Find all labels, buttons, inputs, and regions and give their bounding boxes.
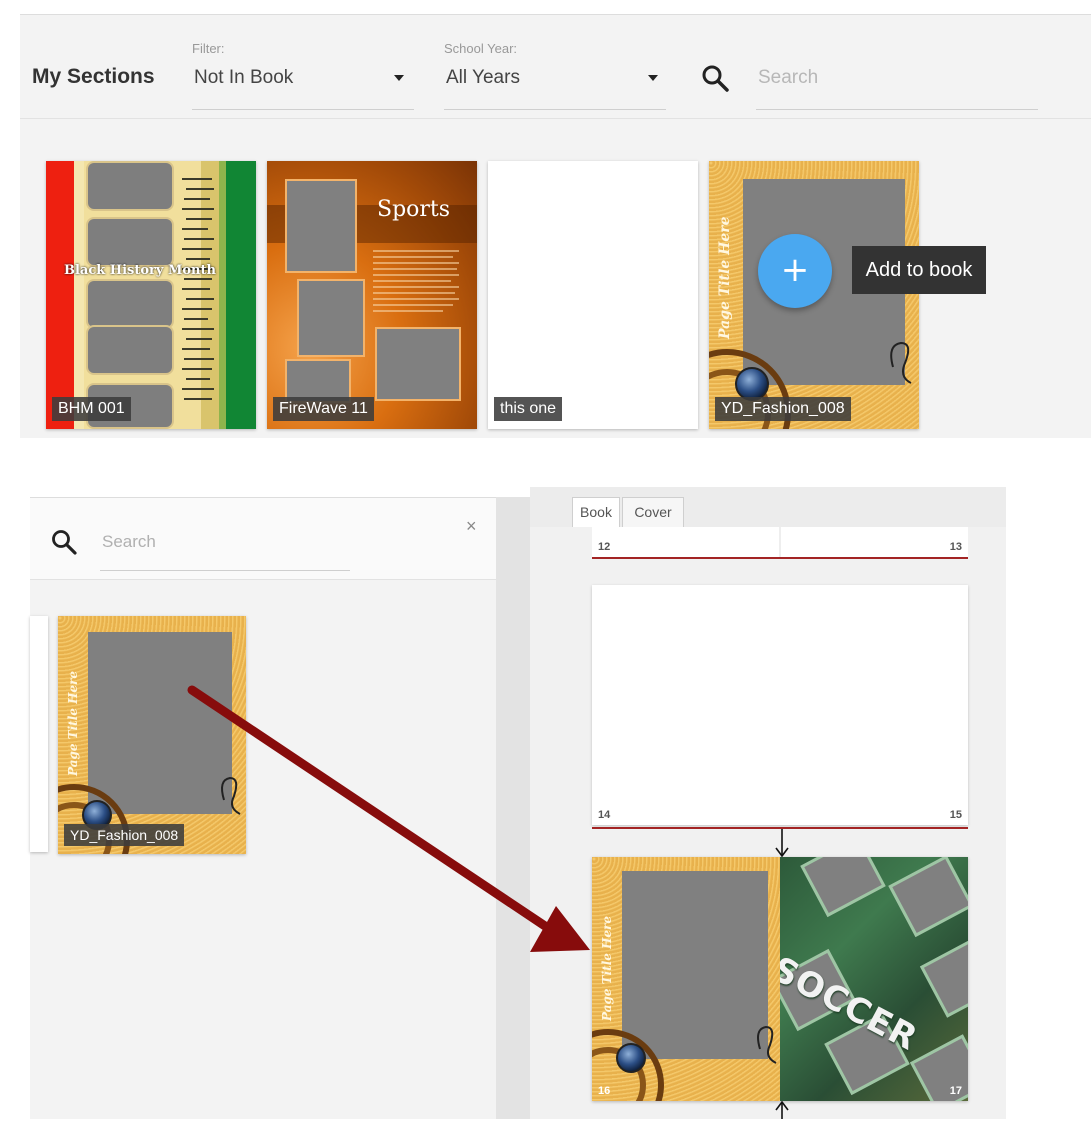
filter-underline: [192, 109, 414, 110]
photo-placeholder: [297, 279, 365, 357]
school-year-select[interactable]: All Years: [444, 61, 666, 111]
cream-stripe: [74, 161, 84, 429]
page-number: 17: [949, 1085, 962, 1097]
section-label: FireWave 11: [273, 397, 374, 421]
photo-placeholder: [888, 857, 968, 938]
my-sections-panel: My Sections Filter: Not In Book School Y…: [20, 14, 1091, 438]
tab-cover[interactable]: Cover: [622, 497, 684, 527]
page-number: 13: [949, 541, 962, 553]
page-number: 12: [598, 541, 611, 553]
insert-up-arrow-icon: [775, 1101, 789, 1119]
photo-placeholder: [622, 871, 768, 1059]
side-search-placeholder: Search: [102, 532, 156, 551]
spread-separator: [592, 557, 968, 559]
school-year-underline: [444, 109, 666, 110]
fashion-page: Page Title Here 16: [592, 857, 780, 1101]
photo-placeholder: [375, 327, 461, 401]
sections-side-panel: Search × Page Title Here YD_Fashion_008: [30, 497, 496, 1119]
partial-section-card[interactable]: [30, 616, 48, 852]
photo-placeholder: [86, 279, 174, 329]
book-panel: Book Cover 12 13 14 15 Page Title Here 1…: [530, 487, 1006, 1119]
globe-icon: [735, 367, 769, 401]
school-year-label: School Year:: [444, 41, 518, 56]
section-label: this one: [494, 397, 563, 421]
spread[interactable]: 12 13: [592, 527, 968, 557]
search-input[interactable]: Search: [756, 61, 1038, 111]
photo-placeholder: [88, 632, 232, 814]
add-to-book-tooltip: Add to book: [852, 246, 986, 294]
section-card-firewave[interactable]: Sports FireWave 11: [267, 161, 477, 429]
search-underline: [756, 109, 1038, 110]
spread-fold: [779, 527, 781, 557]
thumb-heading: Page Title Here: [717, 216, 733, 339]
side-search-underline: [100, 570, 350, 571]
globe-icon: [616, 1043, 646, 1073]
photo-placeholder: [86, 217, 174, 267]
close-icon[interactable]: ×: [466, 516, 477, 537]
green-stripe: [226, 161, 256, 429]
bag-doodle: [890, 341, 912, 384]
photo-placeholder: [919, 938, 968, 1018]
spread[interactable]: Page Title Here 16 SOCCER 17: [592, 857, 968, 1101]
soccer-page: SOCCER 17: [780, 857, 968, 1101]
text-lines: [373, 250, 459, 312]
bag-doodle: [757, 1025, 777, 1064]
search-icon[interactable]: [700, 63, 730, 93]
photo-placeholder: [86, 325, 174, 375]
page-number: 15: [949, 809, 962, 821]
book-pages-area: 12 13 14 15 Page Title Here 16 SOCCER 17: [530, 527, 1006, 1119]
tab-book[interactable]: Book: [572, 497, 620, 527]
filter-value: Not In Book: [194, 67, 294, 88]
photo-placeholder: [285, 179, 357, 273]
side-section-card-fashion[interactable]: Page Title Here YD_Fashion_008: [58, 616, 246, 854]
bag-doodle: [221, 776, 241, 815]
photo-placeholder: [800, 857, 886, 918]
search-placeholder: Search: [758, 67, 819, 88]
insert-down-arrow-icon: [775, 829, 789, 858]
page-number: 16: [598, 1085, 611, 1097]
chevron-down-icon: [648, 75, 658, 81]
page-number: 14: [598, 809, 611, 821]
page-heading: Page Title Here: [600, 915, 614, 1021]
side-panel-header: Search ×: [30, 498, 496, 580]
text-lines: [182, 178, 214, 400]
page-title: My Sections: [32, 65, 155, 88]
thumb-heading: Sports: [377, 197, 451, 222]
thumb-heading: Black History Month: [64, 263, 216, 278]
thumb-heading: Page Title Here: [66, 670, 80, 776]
section-label: YD_Fashion_008: [715, 397, 851, 421]
chevron-down-icon: [394, 75, 404, 81]
section-label: BHM 001: [52, 397, 131, 421]
add-to-book-button[interactable]: +: [758, 234, 832, 308]
section-card-bhm[interactable]: Black History Month BHM 001: [46, 161, 256, 429]
school-year-value: All Years: [446, 67, 520, 88]
filter-label: Filter:: [192, 41, 225, 56]
search-icon[interactable]: [50, 528, 78, 556]
red-stripe: [46, 161, 74, 429]
panel-divider: [496, 497, 532, 1119]
section-card-this-one[interactable]: this one: [488, 161, 698, 429]
side-search-input[interactable]: Search: [100, 524, 350, 571]
section-label: YD_Fashion_008: [64, 824, 185, 846]
spread[interactable]: 14 15: [592, 585, 968, 825]
toolbar: My Sections Filter: Not In Book School Y…: [20, 15, 1091, 119]
photo-placeholder: [86, 161, 174, 211]
filter-select[interactable]: Not In Book: [192, 61, 414, 111]
